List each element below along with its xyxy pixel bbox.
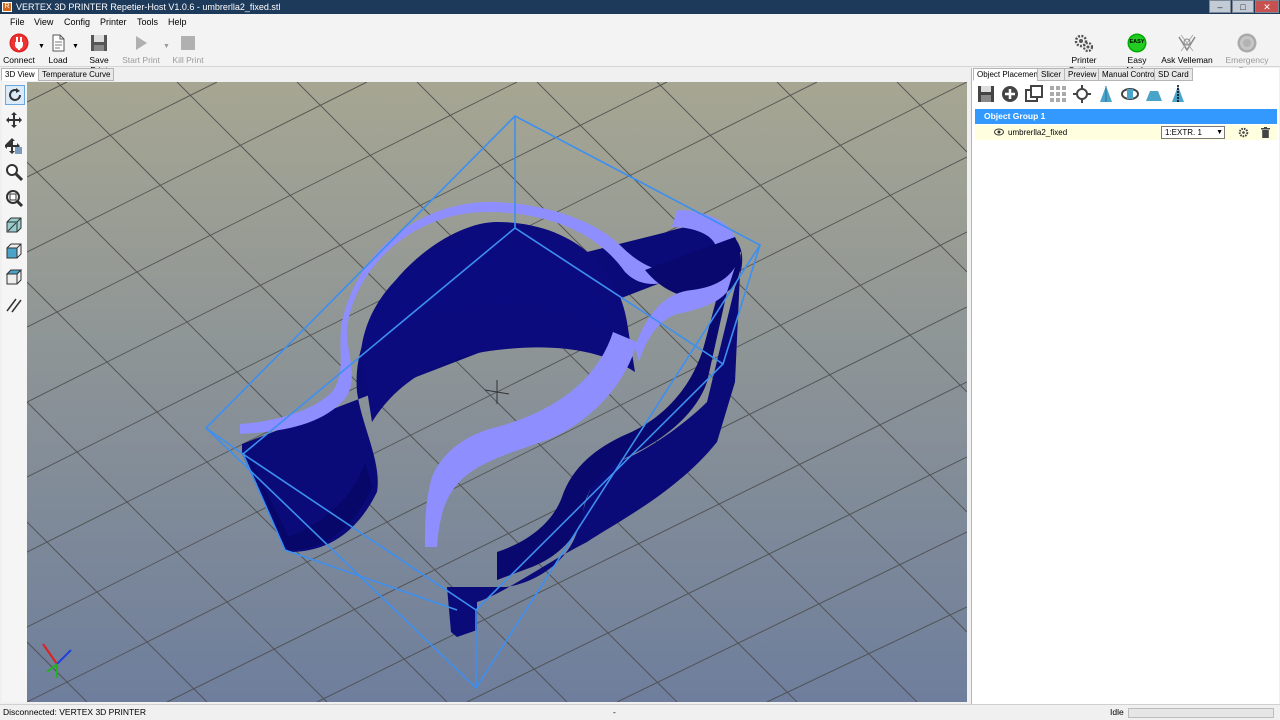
- front-view-icon[interactable]: [5, 242, 25, 262]
- gears-icon: [1074, 33, 1094, 53]
- tab-temperature-curve[interactable]: Temperature Curve: [38, 68, 115, 81]
- rotate-object-icon[interactable]: [1121, 85, 1141, 105]
- load-label: Load: [48, 55, 68, 65]
- cut-object-icon[interactable]: [1169, 85, 1189, 105]
- menu-view[interactable]: View: [32, 16, 55, 28]
- menu-config[interactable]: Config: [62, 16, 92, 28]
- origin-crosshair: [484, 380, 510, 404]
- menu-bar: File View Config Printer Tools Help: [0, 14, 1280, 31]
- scale-object-icon[interactable]: [1145, 85, 1165, 105]
- object-placement-panel: Object Placement Slicer Preview Manual C…: [971, 68, 1279, 704]
- save-icon: [89, 33, 109, 53]
- easy-badge-icon: EASY: [1127, 33, 1147, 53]
- ask-velleman-label: Ask Velleman: [1161, 55, 1213, 65]
- center-object-icon[interactable]: [1073, 85, 1093, 105]
- velleman-logo-icon: [1177, 33, 1197, 53]
- drop-object-icon[interactable]: [1097, 85, 1117, 105]
- start-print-button[interactable]: Start Print: [122, 33, 160, 65]
- add-object-icon[interactable]: [1001, 85, 1021, 105]
- window-title: VERTEX 3D PRINTER Repetier-Host V1.0.6 -…: [16, 2, 281, 12]
- start-print-label: Start Print: [122, 55, 160, 65]
- visibility-eye-icon[interactable]: [994, 128, 1004, 136]
- tab-3d-view[interactable]: 3D View: [1, 68, 39, 81]
- maximize-button[interactable]: □: [1232, 0, 1254, 13]
- fit-view-icon[interactable]: [5, 189, 25, 209]
- top-view-icon[interactable]: [5, 268, 25, 288]
- copy-object-icon[interactable]: [1025, 85, 1045, 105]
- object-group-row[interactable]: Object Group 1: [975, 109, 1277, 124]
- rotate-icon[interactable]: [5, 85, 25, 105]
- title-bar: R VERTEX 3D PRINTER Repetier-Host V1.0.6…: [0, 0, 1280, 14]
- progress-bar: [1128, 708, 1274, 718]
- status-bar: Disconnected: VERTEX 3D PRINTER - Idle: [0, 704, 1280, 720]
- kill-print-label: Kill Print: [172, 55, 204, 65]
- emergency-stop-icon: [1237, 33, 1257, 53]
- menu-tools[interactable]: Tools: [135, 16, 160, 28]
- easy-badge-text: EASY: [1129, 39, 1145, 45]
- parallel-projection-icon[interactable]: [5, 296, 25, 316]
- tab-sd-card[interactable]: SD Card: [1154, 68, 1193, 81]
- save-icon[interactable]: [977, 85, 997, 105]
- object-name: umbrerlla2_fixed: [1008, 128, 1068, 137]
- connect-dropdown-arrow[interactable]: ▼: [38, 43, 45, 50]
- kill-print-button[interactable]: Kill Print: [171, 33, 205, 65]
- 3d-viewport[interactable]: [27, 82, 967, 702]
- connect-button[interactable]: Connect: [3, 33, 35, 65]
- iso-view-icon[interactable]: [5, 216, 25, 236]
- autoposition-icon[interactable]: [1049, 85, 1069, 105]
- minimize-button[interactable]: –: [1209, 0, 1231, 13]
- print-bed-scene: [27, 82, 967, 702]
- chevron-down-icon: ▼: [1216, 129, 1223, 136]
- menu-help[interactable]: Help: [166, 16, 189, 28]
- right-tab-strip: Object Placement Slicer Preview Manual C…: [972, 68, 1280, 81]
- gear-icon[interactable]: [1238, 127, 1249, 138]
- move-object-icon[interactable]: [4, 137, 25, 157]
- menu-file[interactable]: File: [8, 16, 27, 28]
- trash-icon[interactable]: [1261, 127, 1270, 138]
- move-icon[interactable]: [5, 111, 25, 131]
- view-tools: [2, 82, 27, 702]
- extruder-value: 1:EXTR. 1: [1165, 128, 1202, 137]
- load-dropdown-arrow[interactable]: ▼: [72, 43, 79, 50]
- tab-slicer[interactable]: Slicer: [1037, 68, 1066, 81]
- start-print-dropdown-arrow[interactable]: ▼: [163, 43, 170, 50]
- stop-icon: [178, 33, 198, 53]
- axis-indicator-icon: [42, 643, 72, 678]
- extruder-select[interactable]: 1:EXTR. 1 ▼: [1161, 126, 1225, 139]
- document-icon: [48, 33, 68, 53]
- connection-status: Disconnected: VERTEX 3D PRINTER: [3, 707, 146, 717]
- object-row[interactable]: umbrerlla2_fixed 1:EXTR. 1 ▼: [975, 125, 1277, 140]
- play-icon: [131, 33, 151, 53]
- status-middle: -: [613, 707, 616, 717]
- connect-label: Connect: [3, 55, 35, 65]
- power-plug-icon: [9, 33, 29, 53]
- object-toolbar: [975, 84, 1275, 106]
- menu-printer[interactable]: Printer: [98, 16, 129, 28]
- close-button[interactable]: ✕: [1255, 0, 1279, 13]
- app-icon: R: [2, 2, 12, 12]
- tab-preview[interactable]: Preview: [1064, 68, 1101, 81]
- zoom-icon[interactable]: [5, 163, 25, 183]
- tab-manual-control[interactable]: Manual Control: [1098, 68, 1161, 81]
- printer-state: Idle: [1110, 707, 1124, 717]
- tab-object-placement[interactable]: Object Placement: [973, 68, 1045, 81]
- load-button[interactable]: Load: [45, 33, 71, 65]
- ask-velleman-button[interactable]: Ask Velleman: [1161, 33, 1213, 65]
- main-toolbar: Connect ▼ Load ▼ Save Print Start Print …: [0, 31, 1280, 75]
